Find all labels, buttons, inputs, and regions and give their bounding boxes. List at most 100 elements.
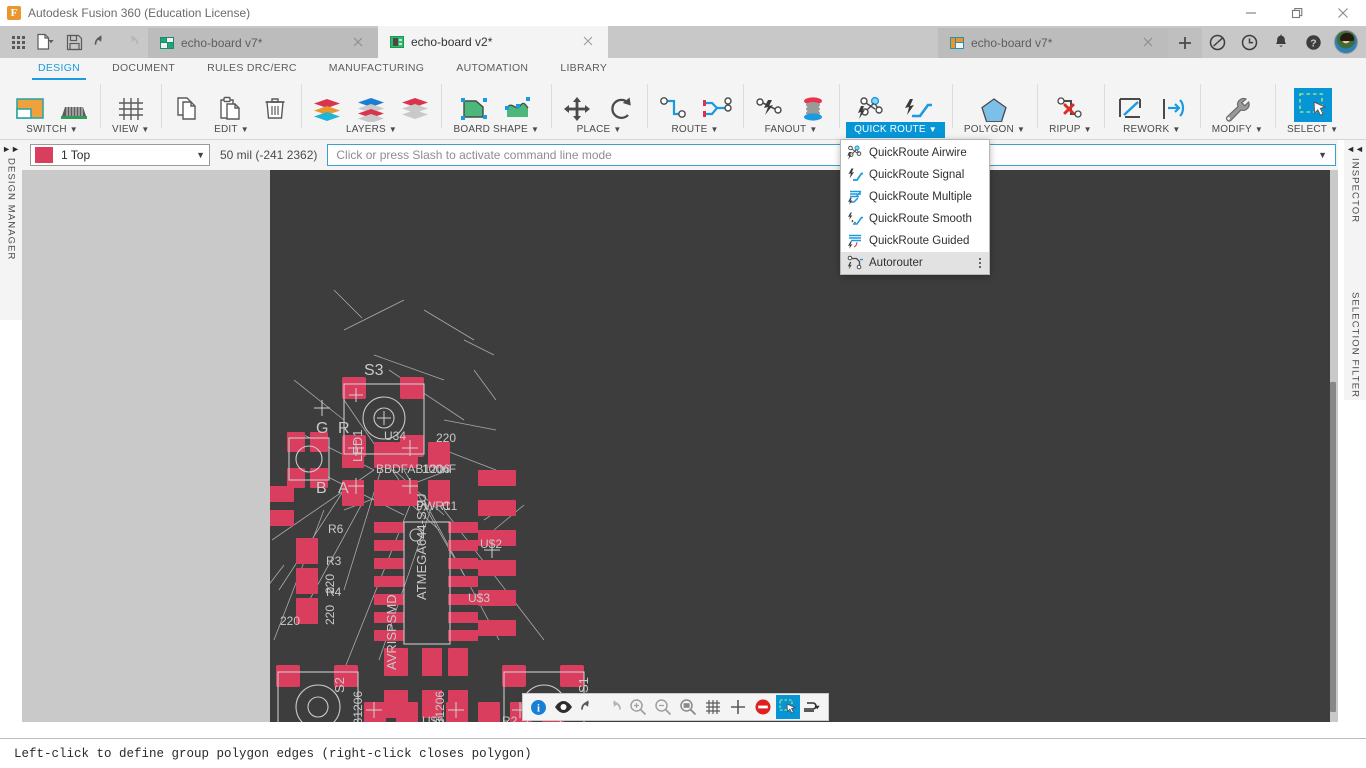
new-tab-button[interactable] (1168, 28, 1202, 58)
layer-visibility-icon[interactable] (352, 88, 390, 122)
menu-item-quickroute-airwire[interactable]: QuickRoute Airwire (841, 142, 989, 164)
quick-route-dropdown-menu[interactable]: QuickRoute Airwire QuickRoute Signal Qui… (840, 139, 990, 275)
close-icon[interactable] (1320, 0, 1366, 26)
paste-icon[interactable] (212, 88, 250, 122)
ribbon-tab-manufacturing[interactable]: MANUFACTURING (313, 58, 440, 78)
ribbon-group-label-rework[interactable]: REWORK ▼ (1118, 122, 1185, 138)
ribbon-group-label-modify[interactable]: MODIFY ▼ (1207, 122, 1268, 138)
notifications-bell-icon[interactable] (1266, 27, 1296, 57)
quickroute-smooth-icon (847, 211, 863, 227)
quickroute-airwire-icon[interactable] (854, 88, 892, 122)
user-avatar[interactable] (1334, 30, 1358, 54)
ribbon-group-label-switch[interactable]: SWITCH ▼ (21, 122, 83, 138)
quickroute-signal-icon[interactable] (898, 88, 936, 122)
minimize-icon[interactable] (1228, 0, 1274, 26)
ribbon-group-label-board-shape[interactable]: BOARD SHAPE ▼ (448, 122, 544, 138)
design-manager-label[interactable]: DESIGN MANAGER (6, 158, 17, 261)
ribbon-group-label-place[interactable]: PLACE ▼ (572, 122, 627, 138)
select-box-icon[interactable] (776, 695, 800, 719)
switch-to-pcb-icon[interactable] (55, 88, 93, 122)
close-icon[interactable] (352, 36, 366, 50)
ribbon-group-label-route[interactable]: ROUTE ▼ (667, 122, 724, 138)
board-outline-icon[interactable] (455, 88, 493, 122)
ripup-icon[interactable] (1051, 88, 1089, 122)
selection-filter-label[interactable]: SELECTION FILTER (1350, 292, 1361, 398)
delete-trash-icon[interactable] (256, 88, 294, 122)
restore-icon[interactable] (1274, 0, 1320, 26)
redo-icon[interactable] (601, 695, 625, 719)
document-tab-0[interactable]: echo-board v7* (148, 28, 378, 58)
visibility-eye-icon[interactable] (551, 695, 575, 719)
layer-stack-icon[interactable] (396, 88, 434, 122)
ribbon-group-label-view[interactable]: VIEW ▼ (107, 122, 154, 138)
chevron-down-icon[interactable]: ▼ (1318, 150, 1327, 160)
inspector-label[interactable]: INSPECTOR (1350, 158, 1361, 223)
rework-move-icon[interactable] (1155, 88, 1193, 122)
vertical-scrollbar-thumb[interactable] (1330, 382, 1336, 712)
job-status-icon[interactable] (1202, 27, 1232, 57)
help-icon[interactable]: ? (1298, 27, 1328, 57)
ribbon-group-label-fanout[interactable]: FANOUT ▼ (760, 122, 823, 138)
layer-settings-icon[interactable] (308, 88, 346, 122)
rotate-icon[interactable] (602, 88, 640, 122)
document-tab-2[interactable]: echo-board v7* (938, 28, 1168, 58)
ribbon-tab-automation[interactable]: AUTOMATION (440, 58, 544, 78)
wrench-icon[interactable] (1218, 88, 1256, 122)
menu-item-quickroute-signal[interactable]: QuickRoute Signal (841, 164, 989, 186)
design-manager-rail[interactable]: ►► DESIGN MANAGER (0, 140, 22, 320)
pcb-canvas[interactable]: S3 G R B A LED1 U34 220 BBDFAB1206 100nF… (270, 170, 1330, 722)
zoom-fit-icon[interactable] (676, 695, 700, 719)
apps-grid-icon[interactable] (4, 28, 32, 56)
menu-item-quickroute-guided[interactable]: QuickRoute Guided (841, 230, 989, 252)
layer-select[interactable]: 1 Top ▼ (30, 144, 210, 166)
close-icon[interactable] (1142, 36, 1156, 50)
info-icon[interactable]: i (526, 695, 550, 719)
recent-activity-icon[interactable] (1234, 27, 1264, 57)
stop-icon[interactable] (751, 695, 775, 719)
move-icon[interactable] (558, 88, 596, 122)
expand-left-icon[interactable]: ◄◄ (1344, 140, 1366, 154)
zoom-out-icon[interactable] (651, 695, 675, 719)
expand-right-icon[interactable]: ►► (0, 140, 22, 154)
fanout-trace-icon[interactable] (750, 88, 788, 122)
ribbon-tab-design[interactable]: DESIGN (22, 58, 96, 80)
redo-icon[interactable] (116, 28, 144, 56)
selection-filter-rail[interactable]: SELECTION FILTER (1344, 288, 1366, 398)
vertical-scrollbar[interactable] (1328, 382, 1338, 712)
rework-miter-icon[interactable] (1111, 88, 1149, 122)
select-box-icon[interactable] (1293, 88, 1332, 122)
new-document-icon[interactable] (32, 28, 60, 56)
polygon-icon[interactable] (975, 88, 1013, 122)
ribbon-group-label-polygon[interactable]: POLYGON ▼ (959, 122, 1030, 138)
route-multiple-icon[interactable] (698, 88, 736, 122)
close-icon[interactable] (582, 35, 596, 49)
menu-item-quickroute-smooth[interactable]: QuickRoute Smooth (841, 208, 989, 230)
crosshair-icon[interactable] (726, 695, 750, 719)
ribbon-tab-library[interactable]: LIBRARY (544, 58, 623, 78)
ribbon-tab-document[interactable]: DOCUMENT (96, 58, 191, 78)
route-mode-icon[interactable] (801, 695, 825, 719)
ribbon-tab-rules[interactable]: RULES DRC/ERC (191, 58, 313, 78)
switch-to-schematic-icon[interactable] (11, 88, 49, 122)
board-curve-icon[interactable] (499, 88, 537, 122)
ribbon-group-label-quick-route[interactable]: QUICK ROUTE ▼ (846, 122, 945, 138)
ribbon-group-label-select[interactable]: SELECT ▼ (1282, 122, 1343, 138)
view-grid-icon[interactable] (112, 88, 150, 122)
route-trace-icon[interactable] (654, 88, 692, 122)
undo-icon[interactable] (88, 28, 116, 56)
menu-item-quickroute-multiple[interactable]: QuickRoute Multiple (841, 186, 989, 208)
menu-item-autorouter[interactable]: Autorouter (841, 252, 989, 274)
pcb-sub-toolbar: 1 Top ▼ 50 mil (-241 2362) Click or pres… (22, 140, 1338, 170)
undo-icon[interactable] (576, 695, 600, 719)
grid-icon[interactable] (701, 695, 725, 719)
ribbon-group-label-edit[interactable]: EDIT ▼ (209, 122, 254, 138)
save-icon[interactable] (60, 28, 88, 56)
zoom-in-icon[interactable] (626, 695, 650, 719)
document-tab-1[interactable]: echo-board v2* (378, 26, 608, 58)
menu-item-overflow-icon[interactable] (978, 257, 984, 269)
fanout-via-icon[interactable] (794, 88, 832, 122)
copy-icon[interactable] (168, 88, 206, 122)
ribbon-group-label-layers[interactable]: LAYERS ▼ (341, 122, 402, 138)
ribbon-group-label-ripup[interactable]: RIPUP ▼ (1044, 122, 1097, 138)
command-line-input[interactable]: Click or press Slash to activate command… (327, 144, 1336, 166)
